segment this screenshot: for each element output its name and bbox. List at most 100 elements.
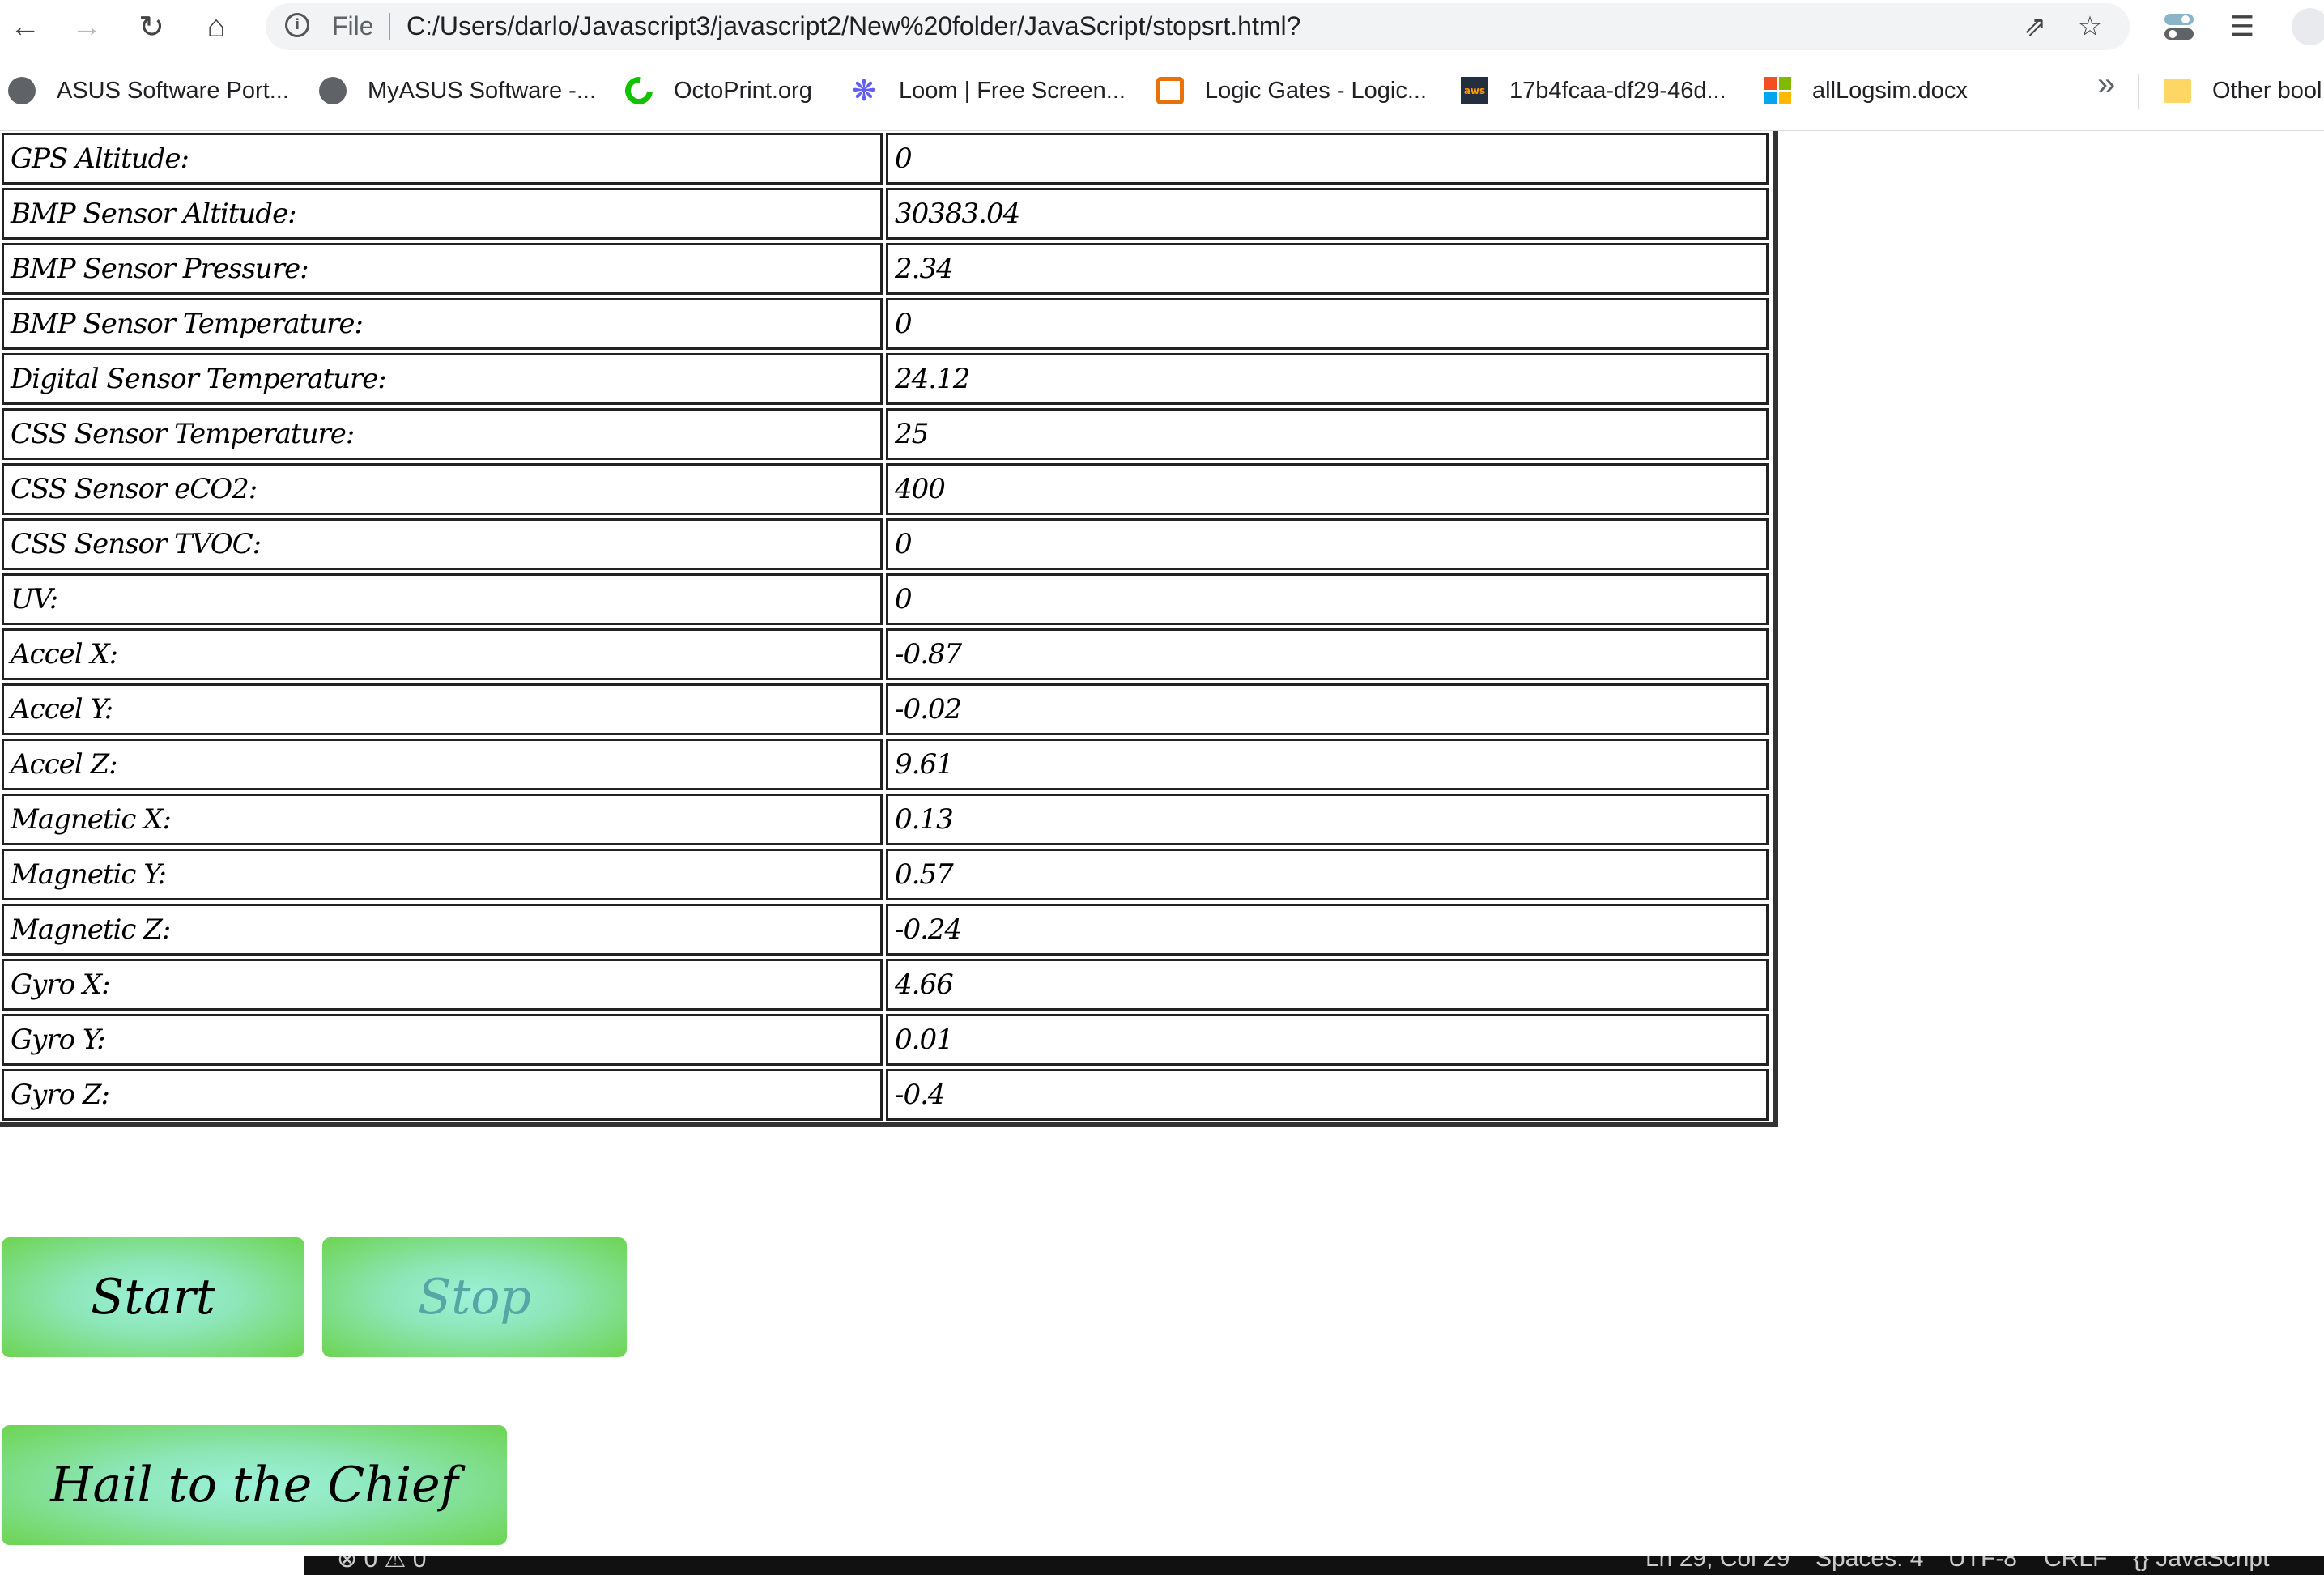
sensor-value-accel-x: -0.87 <box>886 628 1769 680</box>
sensor-label-accel-z: Accel Z: <box>2 739 883 790</box>
url-scheme-label: File <box>332 11 374 40</box>
bookmark-loom[interactable]: ❋ Loom | Free Screen... <box>850 73 1126 109</box>
table-row: Accel Z: 9.61 <box>0 737 1773 792</box>
stop-button[interactable]: Stop <box>322 1237 627 1357</box>
table-row: UV: 0 <box>0 572 1773 627</box>
table-row: Gyro Z: -0.4 <box>0 1067 1773 1122</box>
browser-toolbar: ← → ↻ ⌂ i File C:/Users/darlo/Javascript… <box>0 0 2324 53</box>
problems-indicator[interactable]: ⊗ 0 ⚠ 0 <box>337 1556 426 1573</box>
sensor-label-gyro-z: Gyro Z: <box>2 1069 883 1121</box>
sensor-value-css-sensor-tvoc: 0 <box>886 518 1769 570</box>
table-row: Accel Y: -0.02 <box>0 682 1773 737</box>
table-row: GPS Altitude: 0 <box>0 131 1773 186</box>
bookmark-label: allLogsim.docx <box>1812 77 1968 104</box>
sensor-label-css-sensor-tvoc: CSS Sensor TVOC: <box>2 518 883 570</box>
sensor-value-gyro-x: 4.66 <box>886 959 1769 1011</box>
reload-icon[interactable]: ↻ <box>131 6 172 47</box>
table-row: Digital Sensor Temperature: 24.12 <box>0 351 1773 407</box>
share-icon[interactable]: ⇗ <box>2018 10 2052 44</box>
sensor-value-magnetic-x: 0.13 <box>886 794 1769 845</box>
sensor-value-accel-z: 9.61 <box>886 739 1769 790</box>
globe-icon <box>8 77 36 104</box>
star-icon[interactable]: ☆ <box>2073 10 2107 44</box>
bookmark-label: OctoPrint.org <box>674 77 812 104</box>
sensor-label-bmp-sensor-pressure: BMP Sensor Pressure: <box>2 243 883 295</box>
bookmarks-divider <box>2138 74 2139 109</box>
other-bookmarks-folder[interactable]: Other bool <box>2164 73 2322 109</box>
start-button[interactable]: Start <box>2 1237 304 1357</box>
forward-icon[interactable]: → <box>66 6 107 47</box>
aws-icon: aws <box>1461 77 1488 104</box>
sensor-value-bmp-sensor-temperature: 0 <box>886 298 1769 350</box>
bookmark-label: ASUS Software Port... <box>57 77 289 104</box>
editor-status-bar: ⊗ 0 ⚠ 0 Ln 29, Col 29 Spaces: 4 UTF-8 CR… <box>304 1556 2324 1575</box>
page-viewport: GPS Altitude: 0 BMP Sensor Altitude: 30383.… <box>0 131 2324 1575</box>
sensor-value-magnetic-y: 0.57 <box>886 849 1769 900</box>
sensor-label-magnetic-z: Magnetic Z: <box>2 904 883 956</box>
bookmark-octoprint[interactable]: OctoPrint.org <box>619 71 812 110</box>
indentation-setting[interactable]: Spaces: 4 <box>1815 1556 1923 1573</box>
microsoft-icon <box>1764 77 1791 104</box>
language-mode[interactable]: {} JavaScript <box>2133 1556 2269 1573</box>
bookmark-logic-gates[interactable]: Logic Gates - Logic... <box>1156 73 1427 109</box>
hail-to-the-chief-button[interactable]: Hail to the Chief <box>2 1425 507 1545</box>
table-row: Gyro X: 4.66 <box>0 957 1773 1012</box>
bookmark-aws-document[interactable]: aws 17b4fcaa-df29-46d... <box>1461 73 1726 109</box>
sensor-value-css-sensor-eco2: 400 <box>886 463 1769 515</box>
folder-icon <box>2164 79 2191 103</box>
home-icon[interactable]: ⌂ <box>196 6 236 47</box>
bookmark-alllogsim-docx[interactable]: allLogsim.docx <box>1764 73 1968 109</box>
globe-icon <box>319 77 347 104</box>
sensor-value-bmp-sensor-pressure: 2.34 <box>886 243 1769 295</box>
table-row: CSS Sensor TVOC: 0 <box>0 517 1773 572</box>
bookmark-label: Other bool <box>2212 77 2322 104</box>
reading-list-icon[interactable]: ☰ <box>2224 8 2261 45</box>
bookmark-asus-software-portal[interactable]: ASUS Software Port... <box>8 73 289 109</box>
table-row: BMP Sensor Pressure: 2.34 <box>0 241 1773 296</box>
more-bookmarks-chevron-icon[interactable]: » <box>2097 66 2115 103</box>
sensor-label-gyro-y: Gyro Y: <box>2 1014 883 1066</box>
address-divider <box>389 13 390 40</box>
table-row: Gyro Y: 0.01 <box>0 1012 1773 1067</box>
table-row: CSS Sensor eCO2: 400 <box>0 462 1773 517</box>
sensor-value-bmp-sensor-altitude: 30383.04 <box>886 188 1769 240</box>
sensor-label-css-sensor-temperature: CSS Sensor Temperature: <box>2 408 883 460</box>
sensor-value-accel-y: -0.02 <box>886 683 1769 735</box>
sensor-label-bmp-sensor-altitude: BMP Sensor Altitude: <box>2 188 883 240</box>
table-row: Magnetic Y: 0.57 <box>0 847 1773 902</box>
sensor-label-accel-y: Accel Y: <box>2 683 883 735</box>
chip-icon <box>1156 77 1184 104</box>
octoprint-icon <box>619 71 658 110</box>
table-row: Accel X: -0.87 <box>0 627 1773 682</box>
table-row: Magnetic X: 0.13 <box>0 792 1773 847</box>
line-ending-setting[interactable]: CRLF <box>2044 1556 2107 1573</box>
back-icon[interactable]: ← <box>5 6 45 47</box>
extension-toggle-icon[interactable] <box>2160 8 2198 45</box>
table-row: Magnetic Z: -0.24 <box>0 902 1773 957</box>
encoding-setting[interactable]: UTF-8 <box>1948 1556 2017 1573</box>
sensor-label-accel-x: Accel X: <box>2 628 883 680</box>
cursor-position[interactable]: Ln 29, Col 29 <box>1645 1556 1790 1573</box>
profile-avatar[interactable] <box>2292 8 2324 45</box>
sensor-label-uv: UV: <box>2 573 883 625</box>
sensor-label-digital-sensor-temperature: Digital Sensor Temperature: <box>2 353 883 405</box>
bookmark-label: Logic Gates - Logic... <box>1205 77 1428 104</box>
table-row: CSS Sensor Temperature: 25 <box>0 407 1773 462</box>
sensor-label-gyro-x: Gyro X: <box>2 959 883 1011</box>
bookmark-label: 17b4fcaa-df29-46d... <box>1509 77 1726 104</box>
sensor-value-css-sensor-temperature: 25 <box>886 408 1769 460</box>
bookmark-label: Loom | Free Screen... <box>899 77 1126 104</box>
bookmark-myasus-software[interactable]: MyASUS Software -... <box>319 73 596 109</box>
table-row: BMP Sensor Temperature: 0 <box>0 296 1773 351</box>
sensor-value-gps-altitude: 0 <box>886 133 1769 185</box>
info-icon[interactable]: i <box>285 13 309 37</box>
bookmarks-bar: ASUS Software Port... MyASUS Software -.… <box>0 53 2324 131</box>
sensor-label-magnetic-x: Magnetic X: <box>2 794 883 845</box>
table-row: BMP Sensor Altitude: 30383.04 <box>0 186 1773 241</box>
sensor-value-gyro-z: -0.4 <box>886 1069 1769 1121</box>
url-text[interactable]: C:/Users/darlo/Javascript3/javascript2/N… <box>406 11 1300 41</box>
sensor-value-magnetic-z: -0.24 <box>886 904 1769 956</box>
sensor-label-css-sensor-eco2: CSS Sensor eCO2: <box>2 463 883 515</box>
loom-icon: ❋ <box>851 74 877 107</box>
address-bar[interactable]: i File C:/Users/darlo/Javascript3/javasc… <box>266 3 2130 50</box>
